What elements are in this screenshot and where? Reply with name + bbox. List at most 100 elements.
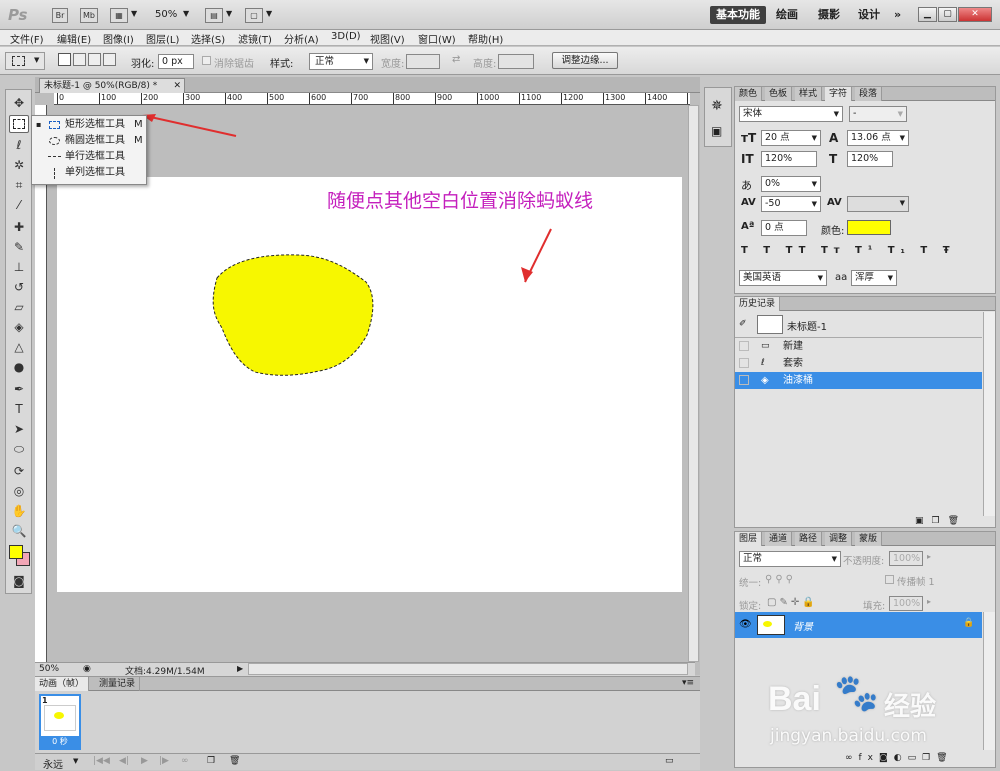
- arrange-documents-icon[interactable]: ▤: [205, 8, 223, 23]
- chevron-down-icon[interactable]: ▼: [226, 9, 232, 18]
- single-column-marquee-item[interactable]: 单列选框工具: [32, 165, 146, 181]
- menu-edit[interactable]: 编辑(E): [57, 31, 91, 46]
- tab-measurement-log[interactable]: 测量记录: [95, 677, 141, 691]
- tab-channels[interactable]: 通道: [765, 532, 793, 546]
- marquee-tool-icon[interactable]: [9, 115, 29, 133]
- vertical-scale-input[interactable]: 120%: [761, 151, 817, 167]
- workspace-painting[interactable]: 绘画: [770, 6, 804, 24]
- tab-masks[interactable]: 蒙版: [855, 532, 883, 546]
- history-checkbox[interactable]: [739, 341, 749, 351]
- antialias-select[interactable]: 浑厚 ▼: [851, 270, 897, 286]
- rect-marquee-item[interactable]: ▪ 矩形选框工具 M: [32, 117, 146, 133]
- tsume-input[interactable]: 0% ▼: [761, 176, 821, 192]
- fill-arrow-icon[interactable]: ▸: [927, 597, 931, 606]
- menu-help[interactable]: 帮助(H): [468, 31, 503, 46]
- propagate-checkbox[interactable]: [885, 575, 894, 584]
- new-selection-icon[interactable]: [58, 53, 71, 66]
- delete-frame-icon[interactable]: 🗑: [229, 756, 240, 766]
- opacity-input[interactable]: 100%: [889, 551, 923, 566]
- pen-tool-icon[interactable]: ✒: [9, 380, 29, 398]
- chevron-down-icon[interactable]: ▼: [183, 9, 189, 18]
- height-input[interactable]: [498, 54, 534, 69]
- tab-paragraph[interactable]: 段落: [855, 87, 883, 101]
- opacity-arrow-icon[interactable]: ▸: [927, 552, 931, 561]
- eyedropper-tool-icon[interactable]: ⁄: [9, 196, 29, 214]
- tab-animation[interactable]: 动画（帧）: [35, 677, 90, 691]
- lasso-tool-icon[interactable]: ℓ: [9, 136, 29, 154]
- vertical-scrollbar[interactable]: [688, 105, 699, 662]
- info-icon[interactable]: ▣: [711, 124, 722, 138]
- history-scrollbar[interactable]: [983, 312, 995, 516]
- font-size-input[interactable]: 20 点 ▼: [761, 130, 821, 146]
- menu-image[interactable]: 图像(I): [103, 31, 134, 46]
- 3d-orbit-tool-icon[interactable]: ◎: [9, 482, 29, 500]
- style-select[interactable]: 正常 ▼: [309, 53, 373, 70]
- history-checkbox[interactable]: [739, 375, 749, 385]
- workspace-essentials[interactable]: 基本功能: [710, 6, 766, 24]
- history-item-selected[interactable]: ◈ 油漆桶: [735, 372, 982, 389]
- minimize-button[interactable]: ▁: [918, 7, 937, 22]
- canvas[interactable]: 随便点其他空白位置消除蚂蚁线: [57, 177, 682, 592]
- history-brush-tool-icon[interactable]: ↺: [9, 278, 29, 296]
- menu-view[interactable]: 视图(V): [370, 31, 405, 46]
- antialias-checkbox[interactable]: [202, 56, 211, 65]
- tween-icon[interactable]: ∞: [181, 756, 189, 766]
- brush-tool-icon[interactable]: ✎: [9, 238, 29, 256]
- history-item[interactable]: ▭ 新建: [735, 338, 982, 355]
- kerning-input[interactable]: ▼: [847, 196, 909, 212]
- status-zoom[interactable]: 50%: [39, 664, 59, 674]
- play-icon[interactable]: ▶: [141, 756, 148, 766]
- blur-tool-icon[interactable]: △: [9, 338, 29, 356]
- paint-bucket-tool-icon[interactable]: ◈: [9, 318, 29, 336]
- unify-icons[interactable]: ⚲⚲⚲: [765, 574, 796, 585]
- tab-history[interactable]: 历史记录: [735, 297, 781, 311]
- crop-tool-icon[interactable]: ⌗: [9, 176, 29, 194]
- screen-mode-icon[interactable]: ▢: [245, 8, 263, 23]
- horizontal-scale-input[interactable]: 120%: [847, 151, 893, 167]
- fill-input[interactable]: 100%: [889, 596, 923, 611]
- chevron-down-icon[interactable]: ▼: [73, 757, 78, 765]
- add-to-selection-icon[interactable]: [73, 53, 86, 66]
- menu-select[interactable]: 选择(S): [191, 31, 225, 46]
- horizontal-scrollbar[interactable]: [248, 663, 688, 675]
- workspace-photography[interactable]: 摄影: [812, 6, 846, 24]
- baseline-shift-input[interactable]: 0 点: [761, 220, 807, 236]
- ellipse-marquee-item[interactable]: 椭圆选框工具 M: [32, 133, 146, 149]
- tab-styles[interactable]: 样式: [795, 87, 823, 101]
- font-family-select[interactable]: 宋体 ▼: [739, 106, 843, 122]
- navigator-icon[interactable]: ✵: [711, 98, 723, 114]
- foreground-color-swatch[interactable]: [9, 545, 23, 559]
- menu-window[interactable]: 窗口(W): [418, 31, 456, 46]
- font-style-select[interactable]: - ▼: [849, 106, 907, 122]
- width-input[interactable]: [406, 54, 440, 69]
- menu-3d[interactable]: 3D(D): [331, 31, 361, 42]
- 3d-rotate-tool-icon[interactable]: ⟳: [9, 462, 29, 480]
- bridge-button[interactable]: Br: [52, 8, 68, 23]
- layers-scrollbar[interactable]: [983, 612, 995, 750]
- duplicate-frame-icon[interactable]: ❐: [207, 756, 215, 766]
- lock-icons[interactable]: ▢✎✛🔒: [767, 597, 818, 608]
- layers-footer-icons[interactable]: ∞fx◙◐▭❐🗑: [845, 753, 954, 763]
- view-extras-icon[interactable]: ▦: [110, 8, 128, 23]
- menu-analysis[interactable]: 分析(A): [284, 31, 319, 46]
- tab-layers[interactable]: 图层: [735, 532, 763, 546]
- loop-select[interactable]: 永远: [43, 756, 63, 771]
- status-icon[interactable]: ◉: [83, 664, 91, 674]
- move-tool-icon[interactable]: ✥: [9, 94, 29, 112]
- refine-edge-button[interactable]: 调整边缘...: [552, 52, 618, 69]
- clone-stamp-tool-icon[interactable]: ⊥: [9, 258, 29, 276]
- menu-filter[interactable]: 滤镜(T): [238, 31, 272, 46]
- shape-tool-icon[interactable]: ⬭: [9, 440, 29, 458]
- menu-layer[interactable]: 图层(L): [146, 31, 179, 46]
- close-icon[interactable]: ✕: [173, 79, 181, 93]
- tab-adjustments[interactable]: 调整: [825, 532, 853, 546]
- dodge-tool-icon[interactable]: ●: [9, 358, 29, 376]
- blend-mode-select[interactable]: 正常 ▼: [739, 551, 841, 567]
- text-color-swatch[interactable]: [847, 220, 891, 235]
- layer-row-background[interactable]: 👁 背景 🔒: [735, 612, 982, 638]
- chevron-down-icon[interactable]: ▼: [266, 9, 272, 18]
- menu-file[interactable]: 文件(F): [10, 31, 44, 46]
- feather-input[interactable]: 0 px: [158, 54, 194, 69]
- close-button[interactable]: ✕: [958, 7, 992, 22]
- prev-frame-icon[interactable]: ◀|: [119, 756, 129, 766]
